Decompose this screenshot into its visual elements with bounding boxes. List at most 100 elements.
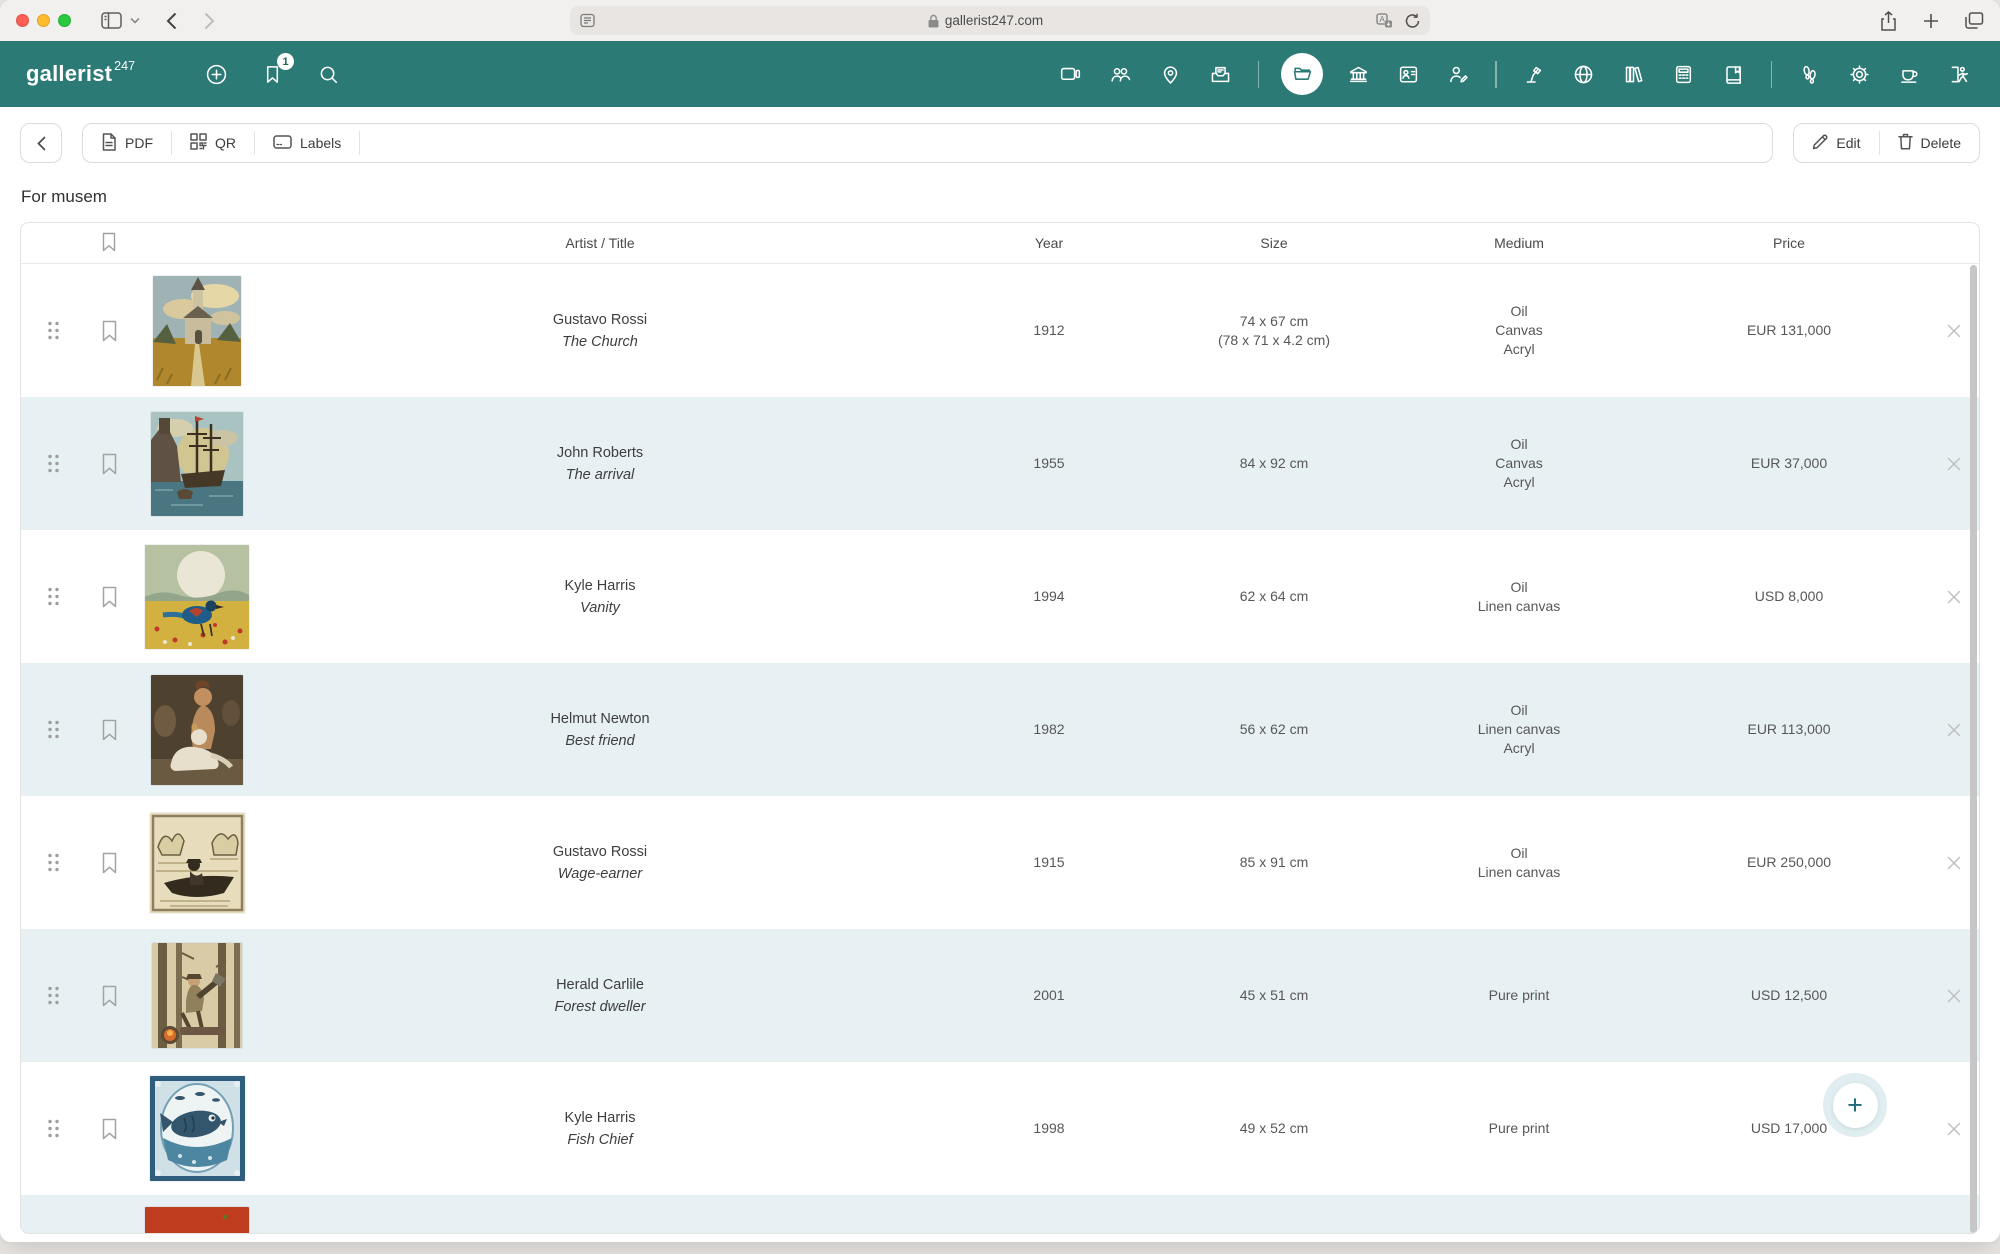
medium-value: Pure print (1389, 1119, 1649, 1138)
table-row[interactable]: Kyle Harris Fish Chief 1998 49 x 52 cm P… (21, 1062, 1979, 1195)
pdf-button[interactable]: PDF (83, 124, 171, 162)
bookmark-icon[interactable] (85, 1118, 133, 1140)
artwork-thumbnail-boy-with-dog-painting[interactable] (133, 675, 261, 785)
drag-handle-icon[interactable] (21, 586, 85, 607)
price-value: USD 17,000 (1649, 1119, 1929, 1138)
close-window-button[interactable] (16, 14, 29, 27)
address-bar[interactable]: gallerist247.com A (570, 6, 1430, 35)
bookmark-icon[interactable] (85, 985, 133, 1007)
bookmark-icon[interactable] (85, 453, 133, 475)
delete-button[interactable]: Delete (1880, 124, 1979, 162)
tabs-overview-icon[interactable] (1965, 12, 1984, 29)
artwork-thumbnail-bird-meadow-painting[interactable] (133, 545, 261, 649)
forward-icon[interactable] (204, 12, 215, 30)
table-row[interactable]: Gustavo Rossi Wage-earner 1915 85 x 91 c… (21, 796, 1979, 929)
table-row[interactable]: Gustavo Rossi The Church 1912 74 x 67 cm… (21, 264, 1979, 397)
year-value: 1915 (939, 853, 1159, 872)
person-edit-icon[interactable] (1443, 59, 1473, 89)
bookmark-icon[interactable] (85, 852, 133, 874)
artwork-thumbnail-rowboat-etching[interactable] (133, 813, 261, 913)
new-tab-icon[interactable] (1923, 13, 1939, 29)
year-value: 1955 (939, 454, 1159, 473)
price-value: EUR 131,000 (1649, 321, 1929, 340)
drag-handle-icon[interactable] (21, 320, 85, 341)
reload-icon[interactable] (1405, 13, 1420, 29)
locations-icon[interactable] (1156, 59, 1186, 89)
actions-bar: PDF QR Labels (82, 123, 1773, 163)
size-value: 84 x 92 cm (1159, 454, 1389, 473)
table-row[interactable] (21, 1195, 1979, 1234)
header-year[interactable]: Year (939, 235, 1159, 251)
artist-name: Herald Carlile (261, 977, 939, 993)
add-icon[interactable] (201, 59, 231, 89)
artwork-title: Wage-earner (261, 866, 939, 882)
logout-icon[interactable] (1944, 59, 1974, 89)
drag-handle-icon[interactable] (21, 985, 85, 1006)
trash-icon (1898, 133, 1913, 153)
back-button[interactable] (20, 123, 62, 163)
drag-handle-icon[interactable] (21, 1118, 85, 1139)
folder-open-icon[interactable] (1281, 53, 1323, 95)
drag-handle-icon[interactable] (21, 852, 85, 873)
drag-handle-icon[interactable] (21, 453, 85, 474)
header-medium[interactable]: Medium (1389, 235, 1649, 251)
url-text: gallerist247.com (945, 13, 1043, 28)
header-price[interactable]: Price (1649, 235, 1929, 251)
artwork-thumbnail-fish-tile-print[interactable] (133, 1076, 261, 1181)
year-value: 2001 (939, 986, 1159, 1005)
share-icon[interactable] (1880, 11, 1897, 31)
add-artwork-button[interactable]: + (1823, 1073, 1887, 1137)
chevron-down-icon[interactable] (130, 17, 140, 24)
catalog-icon[interactable] (1719, 59, 1749, 89)
bookmarks-icon[interactable]: 1 (257, 59, 287, 89)
translate-icon[interactable]: A (1376, 13, 1393, 28)
year-value: 1912 (939, 321, 1159, 340)
coffee-icon[interactable] (1894, 59, 1924, 89)
table-row[interactable]: Helmut Newton Best friend 1982 56 x 62 c… (21, 663, 1979, 796)
artwork-thumbnail-harbor-ship-painting[interactable] (133, 412, 261, 516)
artworks-icon[interactable] (1056, 59, 1086, 89)
artist-name: Gustavo Rossi (261, 844, 939, 860)
svg-text:A: A (1380, 15, 1386, 24)
address-book-icon[interactable] (1393, 59, 1423, 89)
brand-sup-text: 247 (114, 59, 135, 73)
header-artist-title[interactable]: Artist / Title (261, 235, 939, 251)
edit-button[interactable]: Edit (1794, 124, 1878, 162)
delete-label: Delete (1921, 135, 1961, 151)
bookmark-icon[interactable] (85, 719, 133, 741)
artwork-thumbnail-forest-dweller-print[interactable] (133, 943, 261, 1048)
reader-icon[interactable] (580, 13, 595, 28)
app-logo[interactable]: gallerist 247 (26, 61, 135, 87)
drag-handle-icon[interactable] (21, 719, 85, 740)
footprints-icon[interactable] (1794, 59, 1824, 89)
notification-badge: 1 (277, 53, 294, 70)
artwork-thumbnail-red-abstract-painting[interactable] (133, 1207, 261, 1235)
back-icon[interactable] (166, 12, 177, 30)
qr-button[interactable]: QR (172, 124, 254, 162)
header-size[interactable]: Size (1159, 235, 1389, 251)
bookmark-icon[interactable] (85, 320, 133, 342)
size-value: 49 x 52 cm (1159, 1119, 1389, 1138)
zoom-window-button[interactable] (58, 14, 71, 27)
edit-delete-bar: Edit Delete (1793, 123, 1980, 163)
library-icon[interactable] (1619, 59, 1649, 89)
contacts-icon[interactable] (1106, 59, 1136, 89)
table-row[interactable]: Kyle Harris Vanity 1994 62 x 64 cm Oil L… (21, 530, 1979, 663)
bookmark-column-icon (85, 232, 133, 255)
table-row[interactable]: John Roberts The arrival 1955 84 x 92 cm… (21, 397, 1979, 530)
table-scrollbar[interactable] (1970, 265, 1977, 1233)
table-row[interactable]: Herald Carlile Forest dweller 2001 45 x … (21, 929, 1979, 1062)
inbox-icon[interactable] (1206, 59, 1236, 89)
lamp-icon[interactable] (1519, 59, 1549, 89)
artwork-title: Fish Chief (261, 1132, 939, 1148)
labels-button[interactable]: Labels (255, 124, 359, 162)
bookmark-icon[interactable] (85, 586, 133, 608)
institutions-icon[interactable] (1343, 59, 1373, 89)
artwork-thumbnail-church-painting[interactable] (133, 276, 261, 386)
sidebar-icon[interactable] (101, 12, 122, 29)
search-icon[interactable] (313, 59, 343, 89)
calculator-icon[interactable] (1669, 59, 1699, 89)
settings-icon[interactable] (1844, 59, 1874, 89)
globe-icon[interactable] (1569, 59, 1599, 89)
minimize-window-button[interactable] (37, 14, 50, 27)
